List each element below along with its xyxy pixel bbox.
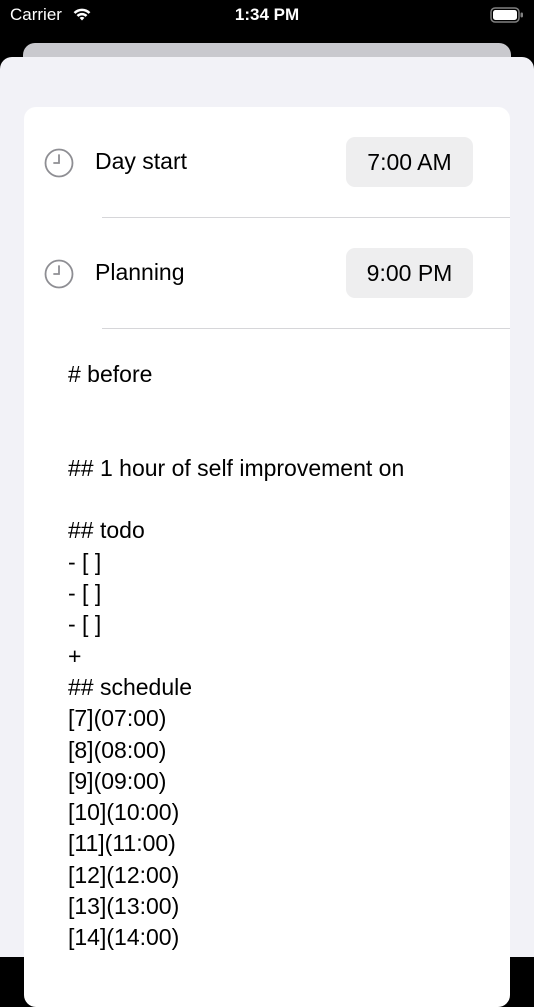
text-line: [7](07:00) xyxy=(68,705,167,732)
text-line: [9](09:00) xyxy=(68,767,167,794)
text-line: [11](11:00) xyxy=(68,830,176,857)
template-text-editor[interactable]: # before ## 1 hour of self improvement o… xyxy=(68,359,488,954)
battery-icon xyxy=(490,7,523,23)
clock-icon xyxy=(44,148,74,178)
text-line: ## todo xyxy=(68,517,145,544)
text-line xyxy=(68,422,488,453)
text-line: [13](13:00) xyxy=(68,893,180,920)
clock-icon xyxy=(44,259,74,289)
text-line xyxy=(68,484,488,515)
modal-sheet: Day start 7:00 AM Planning 9:00 PM # bef… xyxy=(0,57,534,1007)
planning-row: Planning 9:00 PM xyxy=(24,218,510,328)
text-line: - [ ] xyxy=(68,611,102,638)
settings-card: Day start 7:00 AM Planning 9:00 PM # bef… xyxy=(24,107,510,1007)
text-line: ## 1 hour of self improvement on xyxy=(68,454,405,481)
text-line: # before xyxy=(68,361,153,387)
text-line: [8](08:00) xyxy=(68,736,167,763)
planning-label: Planning xyxy=(95,259,185,285)
text-line: [10](10:00) xyxy=(68,799,180,826)
text-line: ## schedule xyxy=(68,673,193,700)
text-line: - [ ] xyxy=(68,548,102,575)
day-start-row: Day start 7:00 AM xyxy=(24,107,510,217)
status-time: 1:34 PM xyxy=(234,5,300,24)
text-line: - [ ] xyxy=(68,580,102,607)
text-line: + xyxy=(68,642,82,669)
text-line xyxy=(68,390,488,421)
day-start-time-picker[interactable]: 7:00 AM xyxy=(346,137,473,187)
status-bar: Carrier 1:34 PM xyxy=(0,0,534,32)
text-line: [12](12:00) xyxy=(68,861,180,888)
day-start-label: Day start xyxy=(95,148,188,174)
row-separator xyxy=(102,328,510,329)
text-line: [14](14:00) xyxy=(68,924,180,951)
planning-time-picker[interactable]: 9:00 PM xyxy=(346,248,473,298)
